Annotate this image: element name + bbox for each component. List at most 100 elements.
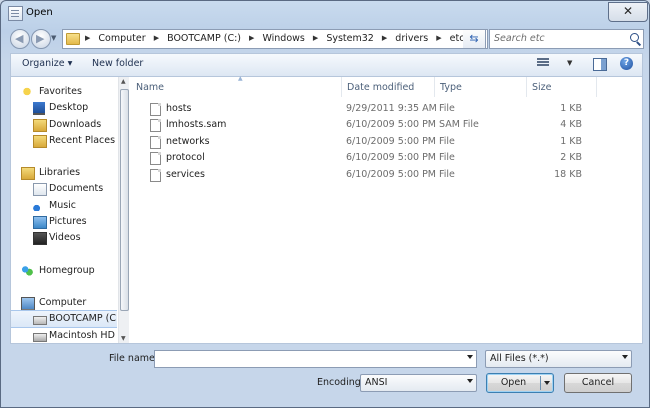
- address-bar[interactable]: ▶ Computer ▶ BOOTCAMP (C:) ▶ Windows ▶ S…: [62, 29, 488, 49]
- nav-downloads[interactable]: Downloads: [11, 117, 117, 133]
- view-dropdown-arrow[interactable]: ▼: [567, 59, 572, 67]
- close-button[interactable]: ✕: [608, 2, 648, 22]
- column-header-date[interactable]: Date modified: [341, 77, 435, 97]
- file-size: 18 KB: [554, 169, 582, 180]
- file-size: 1 KB: [560, 103, 582, 114]
- column-header-type[interactable]: Type: [434, 77, 527, 97]
- forward-button[interactable]: ▶: [31, 29, 51, 49]
- desktop-icon: [33, 102, 45, 115]
- new-folder-button[interactable]: New folder: [92, 58, 143, 69]
- column-header-name[interactable]: Name ▲: [130, 75, 342, 97]
- breadcrumb-windows[interactable]: Windows: [262, 33, 304, 44]
- nav-music[interactable]: Music: [11, 198, 117, 214]
- file-name-combobox[interactable]: [154, 350, 477, 368]
- breadcrumb-drivers[interactable]: drivers: [395, 33, 428, 44]
- recent-places-icon: [33, 135, 47, 148]
- nav-macintosh-drive[interactable]: Macintosh HD (E: [11, 328, 117, 343]
- arrow-left-icon: ◀: [15, 32, 24, 45]
- file-row[interactable]: lmhosts.sam 6/10/2009 5:00 PM SAM File 4…: [130, 117, 642, 133]
- file-date: 6/10/2009 5:00 PM: [346, 169, 437, 180]
- arrow-right-icon: ▶: [36, 32, 45, 45]
- nav-scrollbar[interactable]: ▲ ▼: [118, 77, 129, 343]
- organize-button[interactable]: Organize ▾: [22, 58, 72, 69]
- file-type: SAM File: [439, 119, 479, 130]
- file-type-dropdown[interactable]: All Files (*.*): [485, 350, 632, 368]
- search-input[interactable]: [494, 32, 624, 45]
- star-icon: [21, 86, 33, 97]
- file-type: File: [439, 152, 455, 163]
- open-button-label: Open: [500, 377, 527, 388]
- file-size: 4 KB: [560, 119, 582, 130]
- cancel-button[interactable]: Cancel: [564, 373, 632, 393]
- breadcrumb-bootcamp[interactable]: BOOTCAMP (C:): [167, 33, 241, 44]
- file-date: 6/10/2009 5:00 PM: [346, 152, 437, 163]
- nav-bootcamp-drive[interactable]: BOOTCAMP (C:): [11, 310, 117, 328]
- title-bar: Open ✕: [1, 1, 649, 25]
- search-icon[interactable]: [630, 33, 639, 42]
- chevron-right-icon[interactable]: ▶: [154, 34, 159, 42]
- nav-videos[interactable]: Videos: [11, 230, 117, 246]
- encoding-dropdown[interactable]: ANSI: [360, 374, 477, 392]
- sort-arrow-icon: ▲: [238, 75, 243, 82]
- videos-icon: [33, 232, 47, 245]
- chevron-right-icon[interactable]: ▶: [249, 34, 254, 42]
- file-icon: [150, 152, 161, 165]
- file-name: hosts: [166, 103, 192, 114]
- split-divider: [540, 376, 541, 390]
- back-button[interactable]: ◀: [10, 29, 30, 49]
- file-type-value: All Files (*.*): [490, 353, 549, 364]
- refresh-icon: ⇆: [469, 32, 479, 45]
- notepad-icon: [8, 6, 23, 21]
- nav-favorites[interactable]: Favorites: [11, 84, 117, 100]
- nav-computer[interactable]: Computer: [11, 295, 117, 312]
- open-dialog: Open ✕ ◀ ▶ ▼ ▶ Computer ▶ BOOTCAMP (C:) …: [0, 0, 650, 408]
- dropdown-arrow-icon[interactable]: [467, 355, 473, 359]
- file-name: protocol: [166, 152, 205, 163]
- libraries-icon: [21, 167, 35, 180]
- file-name-input[interactable]: [158, 352, 453, 365]
- dropdown-arrow-icon: [622, 355, 628, 359]
- breadcrumb: ▶ Computer ▶ BOOTCAMP (C:) ▶ Windows ▶ S…: [83, 33, 467, 44]
- file-name: lmhosts.sam: [166, 119, 227, 130]
- preview-pane-icon[interactable]: [593, 58, 607, 71]
- file-row[interactable]: hosts 9/29/2011 9:35 AM File 1 KB: [130, 101, 642, 117]
- chevron-right-icon[interactable]: ▶: [436, 34, 441, 42]
- file-date: 6/10/2009 5:00 PM: [346, 136, 437, 147]
- file-size: 1 KB: [560, 136, 582, 147]
- file-row[interactable]: protocol 6/10/2009 5:00 PM File 2 KB: [130, 150, 642, 166]
- chevron-right-icon[interactable]: ▶: [85, 34, 90, 42]
- scroll-thumb[interactable]: [120, 89, 129, 311]
- nav-libraries[interactable]: Libraries: [11, 165, 117, 181]
- file-size: 2 KB: [560, 152, 582, 163]
- scroll-down-icon[interactable]: ▼: [121, 335, 126, 342]
- nav-recent-places[interactable]: Recent Places: [11, 133, 117, 149]
- file-type: File: [439, 169, 455, 180]
- open-button[interactable]: Open: [486, 373, 554, 393]
- open-options-arrow-icon[interactable]: [544, 381, 550, 385]
- search-box[interactable]: [489, 29, 644, 49]
- refresh-button[interactable]: ⇆: [463, 29, 486, 49]
- nav-pictures[interactable]: Pictures: [11, 214, 117, 230]
- file-type: File: [439, 103, 455, 114]
- nav-desktop[interactable]: Desktop: [11, 100, 117, 116]
- file-name-label: File name:: [109, 353, 159, 364]
- column-header-size[interactable]: Size: [526, 77, 597, 97]
- chevron-right-icon[interactable]: ▶: [382, 34, 387, 42]
- recent-pages-dropdown[interactable]: ▼: [51, 34, 56, 42]
- command-bar: Organize ▾ New folder ▼ ?: [10, 53, 643, 77]
- file-icon: [150, 136, 161, 149]
- file-row[interactable]: networks 6/10/2009 5:00 PM File 1 KB: [130, 134, 642, 150]
- nav-documents[interactable]: Documents: [11, 181, 117, 197]
- scroll-up-icon[interactable]: ▲: [121, 78, 126, 85]
- breadcrumb-system32[interactable]: System32: [326, 33, 374, 44]
- file-row[interactable]: services 6/10/2009 5:00 PM File 18 KB: [130, 167, 642, 183]
- browser-area: Favorites Desktop Downloads Recent Place…: [10, 75, 643, 344]
- nav-homegroup[interactable]: Homegroup: [11, 263, 117, 279]
- help-icon[interactable]: ?: [620, 57, 633, 70]
- file-name: networks: [166, 136, 210, 147]
- file-icon: [150, 103, 161, 116]
- chevron-right-icon[interactable]: ▶: [313, 34, 318, 42]
- view-options-icon[interactable]: [537, 58, 549, 69]
- breadcrumb-computer[interactable]: Computer: [98, 33, 145, 44]
- drive-icon: [33, 316, 47, 325]
